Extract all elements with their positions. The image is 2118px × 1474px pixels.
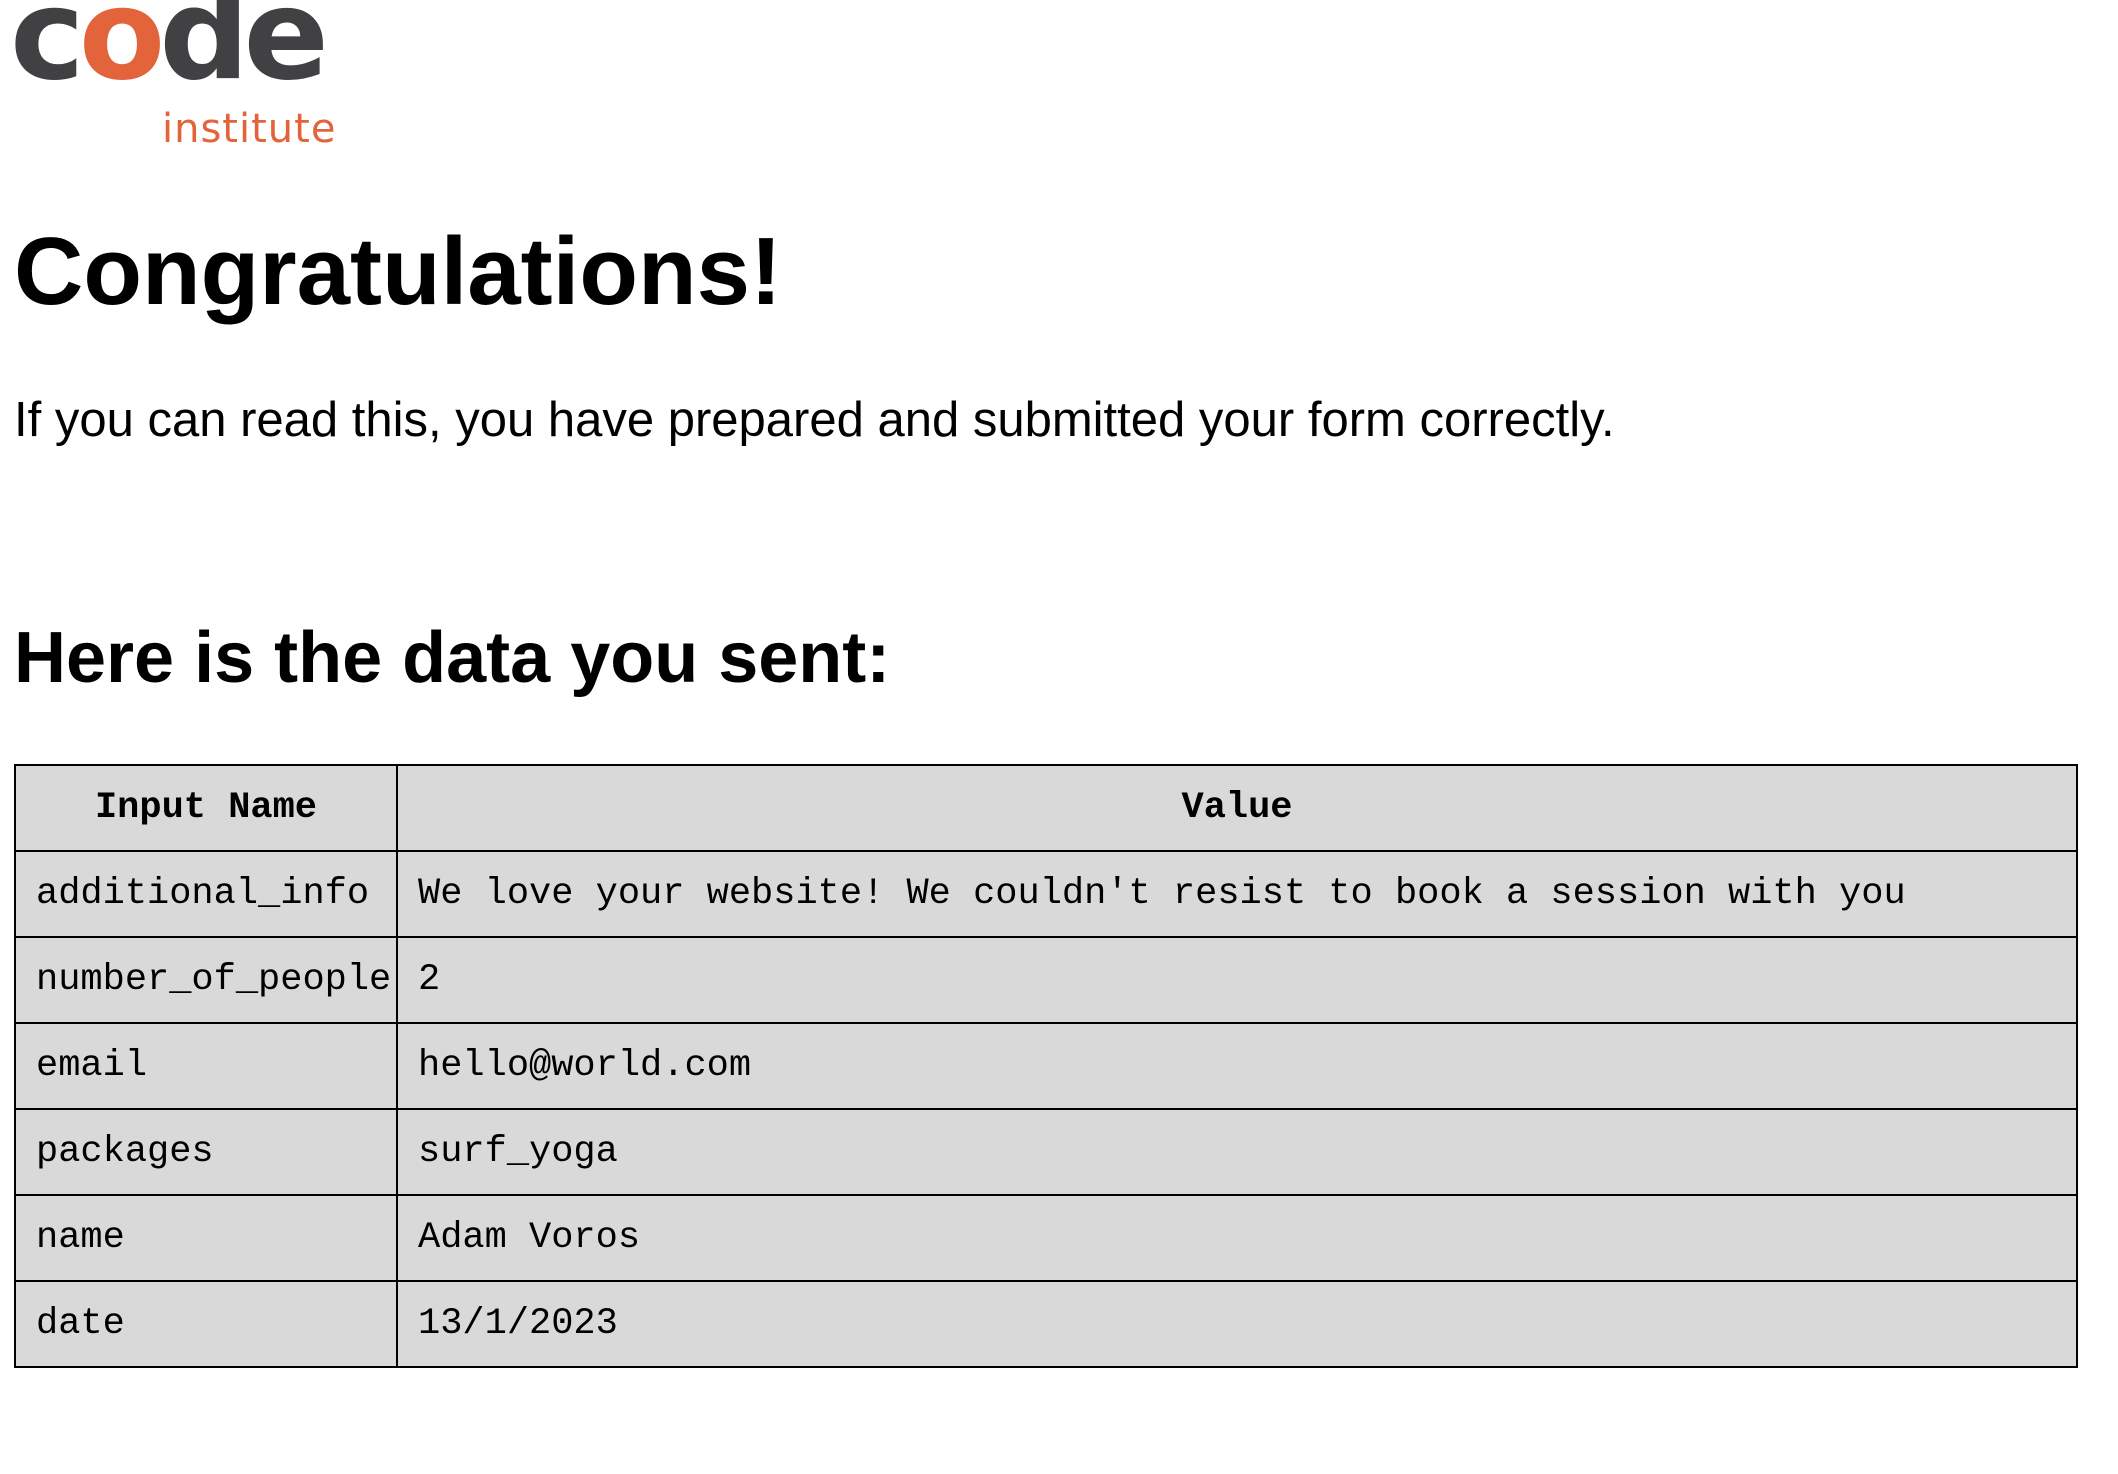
input-name-cell: packages [14,1108,398,1196]
input-name-cell: number_of_people [14,936,398,1024]
table-row: number_of_people 2 [14,936,2078,1024]
table-row: email hello@world.com [14,1022,2078,1110]
table-row: packages surf_yoga [14,1108,2078,1196]
header-input-name: Input Name [14,764,398,852]
confirmation-message: If you can read this, you have prepared … [14,393,1615,447]
value-cell: 2 [396,936,2078,1024]
input-name-cell: name [14,1194,398,1282]
value-cell: Adam Voros [396,1194,2078,1282]
value-cell: We love your website! We couldn't resist… [396,850,2078,938]
input-name-cell: email [14,1022,398,1110]
page-title: Congratulations! [14,218,782,325]
header-value: Value [396,764,2078,852]
logo-subtitle: institute [162,106,337,152]
table-row: name Adam Voros [14,1194,2078,1282]
logo-letter-c: c [10,0,85,108]
table-row: date 13/1/2023 [14,1280,2078,1368]
input-name-cell: additional_info [14,850,398,938]
submitted-data-table: Input Name Value additional_info We love… [14,764,2078,1368]
code-institute-logo: code institute [10,0,337,160]
logo-letters-de: de [159,0,329,108]
input-name-cell: date [14,1280,398,1368]
value-cell: 13/1/2023 [396,1280,2078,1368]
data-section-title: Here is the data you sent: [14,618,891,698]
logo-wordmark: code [10,0,329,98]
value-cell: surf_yoga [396,1108,2078,1196]
logo-letter-o: o [78,0,166,108]
table-header-row: Input Name Value [14,764,2078,852]
value-cell: hello@world.com [396,1022,2078,1110]
table-row: additional_info We love your website! We… [14,850,2078,938]
